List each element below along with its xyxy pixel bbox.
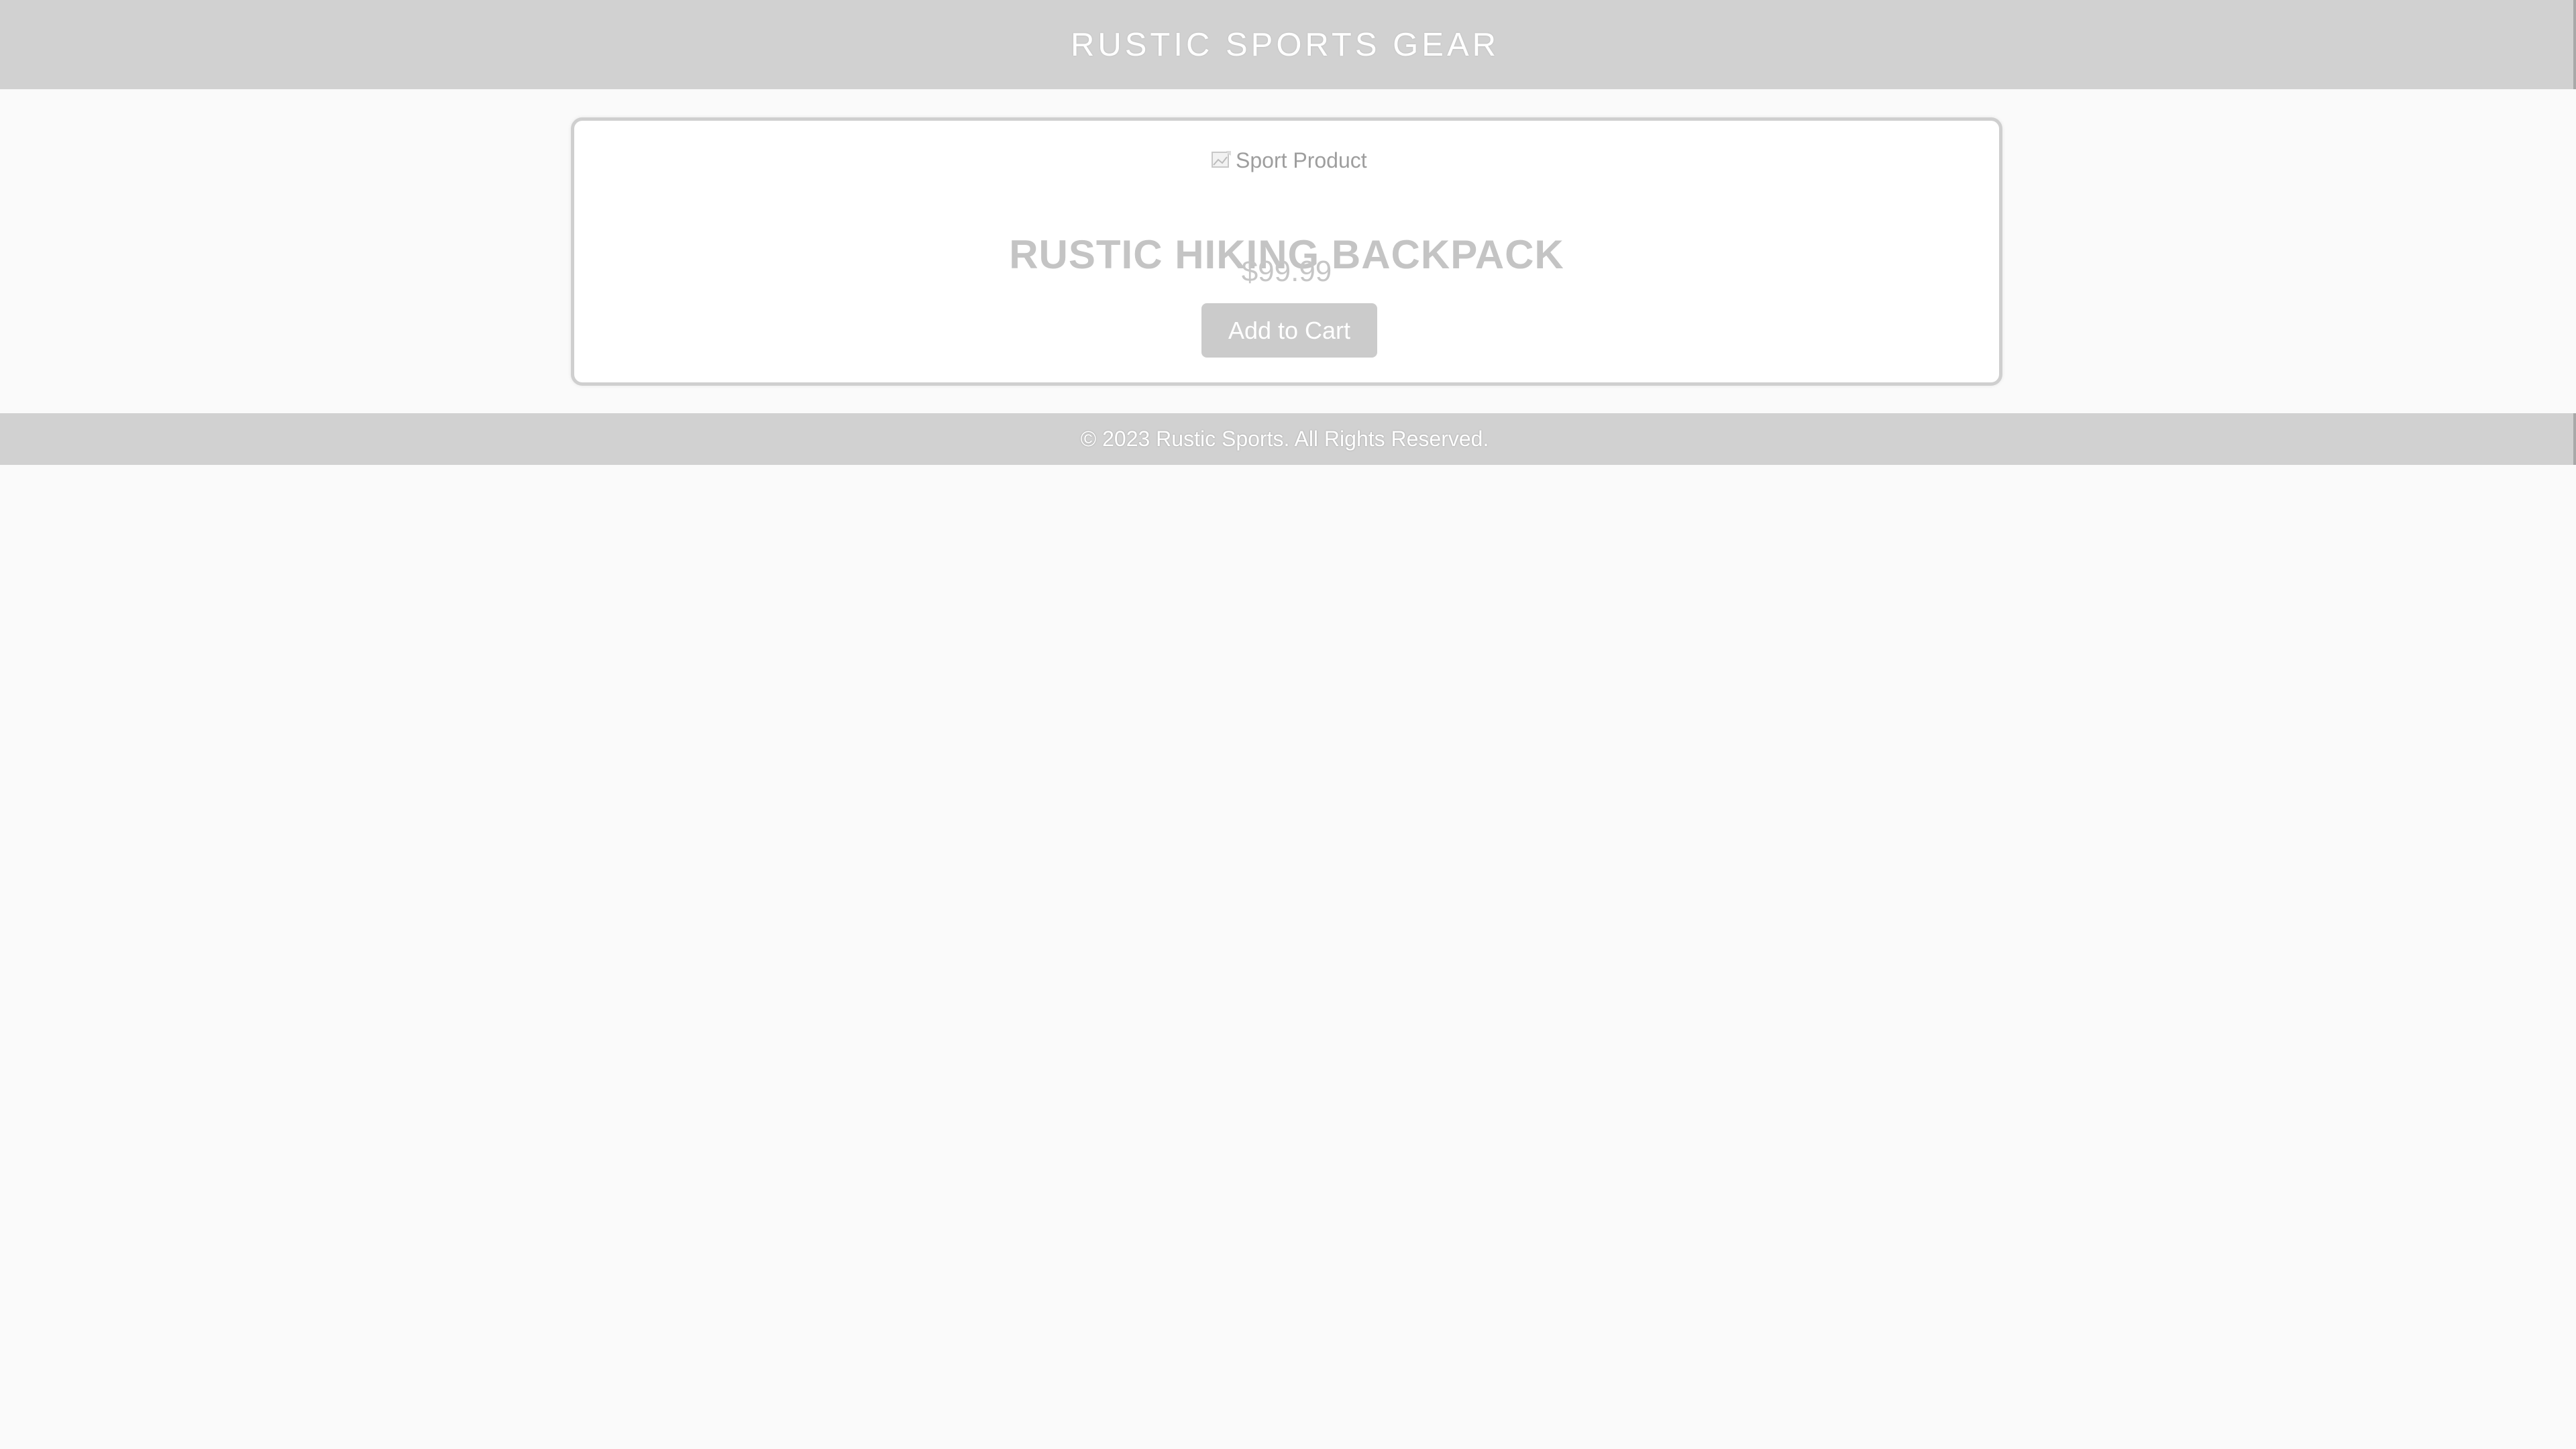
site-header: RUSTIC SPORTS GEAR (0, 0, 2576, 89)
site-title: RUSTIC SPORTS GEAR (1070, 26, 1500, 63)
broken-image-icon (1210, 149, 1233, 172)
product-card: Sport Product RUSTIC HIKING BACKPACK $99… (571, 117, 2002, 386)
product-image-alt-text: Sport Product (1236, 148, 1367, 172)
product-image: Sport Product (1210, 144, 1371, 176)
add-to-cart-button[interactable]: Add to Cart (1201, 303, 1377, 358)
product-price: $99.99 (1241, 255, 1332, 288)
footer-copyright: © 2023 Rustic Sports. All Rights Reserve… (1080, 427, 1489, 451)
site-footer: © 2023 Rustic Sports. All Rights Reserve… (0, 413, 2576, 465)
